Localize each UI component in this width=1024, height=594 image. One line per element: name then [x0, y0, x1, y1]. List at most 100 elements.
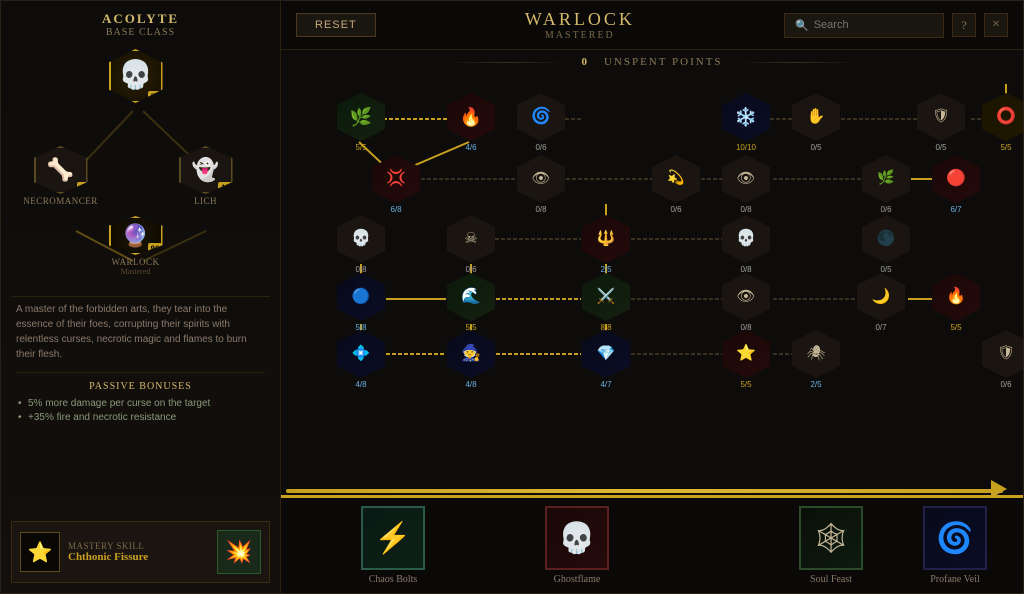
- skill-node-5[interactable]: ✋ 0/5: [791, 92, 841, 152]
- skill-node-21[interactable]: ⚔️ 8/8: [581, 272, 631, 332]
- tree-diagram: 💀 22 🦴 0 Necromancer 👻 11: [21, 46, 261, 266]
- skill-tree-area: 🌿 5/5 🔥 4/6 🌀 0/6: [281, 74, 1023, 495]
- class-node-necromancer[interactable]: 🦴 0 Necromancer: [31, 146, 91, 206]
- lich-number: 11: [218, 182, 233, 194]
- search-area: 🔍 ? ×: [784, 13, 1008, 38]
- mastery-label: Mastery Skill: [68, 541, 209, 551]
- necromancer-number: 0: [77, 182, 88, 194]
- reset-button[interactable]: RESET: [296, 13, 376, 37]
- skill-node-7[interactable]: ⭕ 5/5: [981, 92, 1023, 152]
- unspent-bar: 0 UNSPENT POINTS: [281, 50, 1023, 74]
- skill-node-17[interactable]: 💀 0/8: [721, 214, 771, 274]
- skill-node-26[interactable]: 🧙 4/8: [446, 329, 496, 389]
- search-icon: 🔍: [795, 19, 809, 32]
- ghostflame-label: Ghostflame: [554, 574, 601, 585]
- lich-hex: 👻 11: [179, 146, 233, 194]
- mastery-info: Mastery Skill Chthonic Fissure: [68, 541, 209, 563]
- skill-pts-2: 4/6: [465, 143, 476, 152]
- skill-pts-12: 0/6: [880, 205, 891, 214]
- skill-pts-6: 0/5: [935, 143, 946, 152]
- skill-pts-3: 0/6: [535, 143, 546, 152]
- skill-node-12[interactable]: 🌿 0/6: [861, 154, 911, 214]
- close-button[interactable]: ×: [984, 13, 1008, 37]
- mastery-skill-name: Chthonic Fissure: [68, 551, 209, 563]
- lich-icon: 👻: [192, 157, 219, 183]
- mastery-soul-feast[interactable]: 🕸 Soul Feast: [799, 506, 863, 585]
- skill-node-10[interactable]: 💫 0/6: [651, 154, 701, 214]
- necromancer-icon: 🦴: [47, 157, 74, 183]
- help-button[interactable]: ?: [952, 13, 976, 37]
- acolyte-hex: 💀 22: [109, 49, 163, 103]
- passive-item-1: 5% more damage per curse on the target: [16, 398, 265, 409]
- passive-bonuses: PASSIVE BONUSES 5% more damage per curse…: [16, 372, 265, 423]
- skill-node-13[interactable]: 🔴 6/7: [931, 154, 981, 214]
- skill-pts-1: 5/5: [355, 143, 366, 152]
- skill-pts-11: 0/8: [740, 205, 751, 214]
- skill-pts-30: 0/6: [1000, 380, 1011, 389]
- class-title-area: Warlock Mastered: [386, 9, 774, 41]
- class-node-acolyte[interactable]: 💀 22: [106, 46, 166, 106]
- warlock-sublabel: Mastered: [121, 267, 151, 276]
- skill-pts-25: 4/8: [355, 380, 366, 389]
- class-mastered-label: Mastered: [386, 30, 774, 41]
- mastery-icon: ⭐: [20, 532, 60, 572]
- bottom-line-arrow: [991, 480, 1007, 495]
- mastery-chaos-bolts[interactable]: ⚡ Chaos Bolts: [361, 506, 425, 585]
- skill-node-8[interactable]: 💢 6/8: [371, 154, 421, 214]
- search-box[interactable]: 🔍: [784, 13, 944, 38]
- skill-node-2[interactable]: 🔥 4/6: [446, 92, 496, 152]
- skill-node-23[interactable]: 🌙 0/7: [856, 272, 906, 332]
- mastery-profane-veil[interactable]: 🌀 Profane Veil: [923, 506, 987, 585]
- skill-node-16[interactable]: 🔱 2/5: [581, 214, 631, 274]
- bottom-section: ⚡ Chaos Bolts 💀 Ghostflame 🕸 Soul Feast …: [281, 495, 1023, 593]
- skill-hex-1: 🌿: [336, 92, 386, 142]
- profane-veil-label: Profane Veil: [930, 574, 980, 585]
- profane-veil-icon: 🌀: [923, 506, 987, 570]
- skill-pts-27: 4/7: [600, 380, 611, 389]
- class-node-lich[interactable]: 👻 11 Lich: [176, 146, 236, 206]
- necromancer-hex: 🦴 0: [34, 146, 88, 194]
- skill-node-18[interactable]: 🌑 0/5: [861, 214, 911, 274]
- mastery-skill-bar[interactable]: ⭐ Mastery Skill Chthonic Fissure 💥: [11, 521, 270, 583]
- acolyte-icon: 💀: [118, 62, 153, 90]
- skill-node-19[interactable]: 🔵 5/8: [336, 272, 386, 332]
- skill-pts-10: 0/6: [670, 205, 681, 214]
- skill-node-28[interactable]: ⭐ 5/5: [721, 329, 771, 389]
- passive-item-2: +35% fire and necrotic resistance: [16, 412, 265, 423]
- search-input[interactable]: [814, 19, 934, 31]
- skill-node-20[interactable]: 🌊 5/5: [446, 272, 496, 332]
- skill-node-9[interactable]: 👁 0/8: [516, 154, 566, 214]
- skill-node-3[interactable]: 🌀 0/6: [516, 92, 566, 152]
- skill-node-27[interactable]: 💎 4/7: [581, 329, 631, 389]
- soul-feast-label: Soul Feast: [810, 574, 852, 585]
- skill-pts-28: 5/5: [740, 380, 751, 389]
- skill-node-30[interactable]: 🛡 0/6: [981, 329, 1023, 389]
- soul-feast-icon: 🕸: [799, 506, 863, 570]
- skill-node-4[interactable]: ❄️ 10/10: [721, 92, 771, 152]
- skill-node-15[interactable]: ☠ 0/6: [446, 214, 496, 274]
- description-section: A master of the forbidden arts, they tea…: [11, 296, 270, 431]
- skill-node-22[interactable]: 👁 0/8: [721, 272, 771, 332]
- acolyte-class-name: ACOLYTE: [102, 11, 179, 27]
- skill-pts-4: 10/10: [736, 143, 756, 152]
- skill-node-24[interactable]: 🔥 5/5: [931, 272, 981, 332]
- skill-node-1[interactable]: 🌿 5/5: [336, 92, 386, 152]
- necromancer-label: Necromancer: [23, 196, 98, 206]
- class-node-warlock[interactable]: 🔮 80 Warlock Mastered: [106, 216, 166, 276]
- lich-label: Lich: [194, 196, 217, 206]
- acolyte-header: ACOLYTE Base Class: [102, 11, 179, 38]
- skill-node-6[interactable]: 🛡 0/5: [916, 92, 966, 152]
- skill-node-29[interactable]: 🕷 2/5: [791, 329, 841, 389]
- mastery-ghostflame[interactable]: 💀 Ghostflame: [545, 506, 609, 585]
- left-panel: ACOLYTE Base Class �: [1, 1, 281, 593]
- class-main-name: Warlock: [386, 9, 774, 30]
- warlock-hex: 🔮 80: [109, 216, 163, 255]
- skill-pts-8: 6/8: [390, 205, 401, 214]
- skill-node-14[interactable]: 💀 0/8: [336, 214, 386, 274]
- class-tree: ACOLYTE Base Class �: [11, 11, 270, 291]
- skill-node-25[interactable]: 💠 4/8: [336, 329, 386, 389]
- skill-pts-29: 2/5: [810, 380, 821, 389]
- acolyte-number: 22: [148, 91, 163, 103]
- skill-node-11[interactable]: 👁 0/8: [721, 154, 771, 214]
- chaos-bolts-label: Chaos Bolts: [369, 574, 418, 585]
